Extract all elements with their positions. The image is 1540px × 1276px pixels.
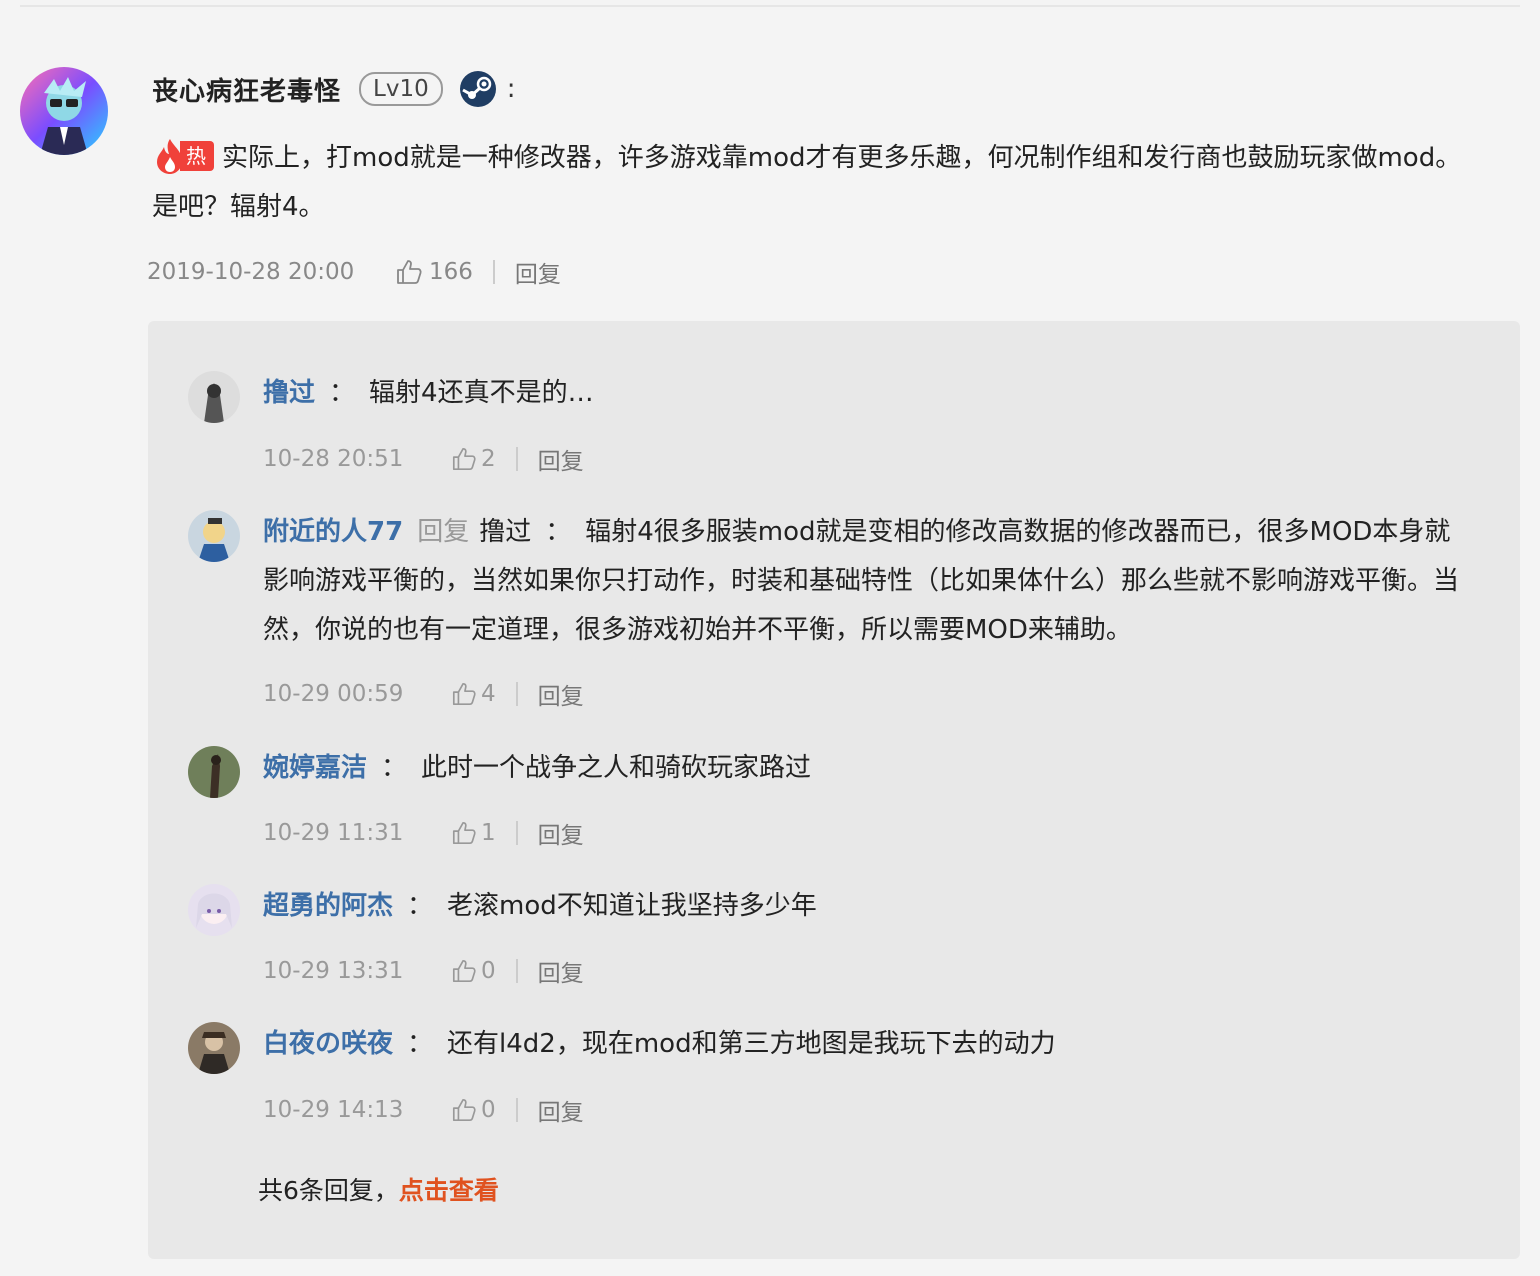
reply-author[interactable]: 超勇的阿杰 (263, 891, 393, 921)
reply-author[interactable]: 附近的人77 (263, 517, 403, 547)
reply-like-count: 1 (481, 820, 496, 846)
meta-divider (515, 959, 518, 983)
reply-list: 撸过：辐射4还真不是的… 10-28 20:51 2 回复 附近的人77 回复 撸过… (148, 321, 1520, 1259)
comment-header: 丧心病狂老毒怪 Lv10 : (152, 68, 515, 110)
reply-like-button[interactable]: 1 (451, 820, 496, 846)
meta-divider (515, 821, 518, 845)
reply-like-count: 0 (481, 1097, 496, 1123)
level-badge: Lv10 (359, 72, 443, 106)
reply-author[interactable]: 婉婷嘉洁 (263, 753, 367, 783)
reply-text-line: 白夜の咲夜：还有l4d2，现在mod和第三方地图是我玩下去的动力 (263, 1029, 1056, 1059)
reply-time: 10-29 00:59 (263, 681, 404, 707)
comment-time: 2019-10-28 20:00 (147, 259, 355, 285)
hot-label: 热 (180, 140, 214, 171)
reply-avatar[interactable] (188, 371, 240, 423)
reply-meta: 10-28 20:51 2 回复 (263, 441, 584, 477)
hot-badge: 热 (152, 137, 214, 175)
reply-time: 10-29 13:31 (263, 958, 404, 984)
header-colon: : (506, 74, 516, 104)
reply-text-line: 超勇的阿杰：老滚mod不知道让我坚持多少年 (263, 891, 817, 921)
thumbs-up-icon (452, 1098, 476, 1122)
like-count: 166 (429, 259, 473, 285)
reply-time: 10-29 14:13 (263, 1097, 404, 1123)
reply-meta: 10-29 00:59 4 回复 (263, 676, 584, 712)
comment-content: 热 实际上，打mod就是一种修改器，许多游戏靠mod才有更多乐趣，何况制作组和发… (152, 134, 1482, 232)
reply-meta: 10-29 14:13 0 回复 (263, 1092, 584, 1128)
like-button[interactable]: 166 (395, 258, 473, 286)
reply-reply-button[interactable]: 回复 (538, 442, 584, 476)
reply-author[interactable]: 撸过 (263, 378, 315, 408)
reply-avatar[interactable] (188, 1022, 240, 1074)
reply-meta: 10-29 11:31 1 回复 (263, 815, 584, 851)
reply-like-button[interactable]: 0 (451, 1097, 496, 1123)
reply-content: 辐射4还真不是的… (369, 378, 594, 408)
comment-text: 实际上，打mod就是一种修改器，许多游戏靠mod才有更多乐趣，何况制作组和发行商… (152, 143, 1462, 222)
reply-like-count: 0 (481, 958, 496, 984)
meta-divider (492, 260, 495, 284)
reply-reply-button[interactable]: 回复 (538, 1093, 584, 1127)
steam-icon (459, 70, 497, 108)
meta-divider (515, 1098, 518, 1122)
reply-button[interactable]: 回复 (515, 255, 561, 289)
reply-avatar[interactable] (188, 510, 240, 562)
reply-time: 10-29 11:31 (263, 820, 404, 846)
reply-like-button[interactable]: 4 (451, 681, 496, 707)
thumbs-up-icon (397, 260, 422, 284)
thumbs-up-icon (452, 821, 476, 845)
reply-to-label: 回复 (417, 517, 470, 547)
reply-content: 此时一个战争之人和骑砍玩家路过 (421, 753, 812, 783)
reply-author[interactable]: 白夜の咲夜 (263, 1029, 393, 1059)
meta-divider (515, 447, 518, 471)
reply-text-line: 撸过：辐射4还真不是的… (263, 378, 594, 408)
reply-count-text: 共6条回复， (258, 1176, 399, 1205)
reply-text-line: 婉婷嘉洁：此时一个战争之人和骑砍玩家路过 (263, 753, 812, 783)
reply-like-button[interactable]: 0 (451, 958, 496, 984)
thumbs-up-icon (452, 447, 476, 471)
reply-summary: 共6条回复，点击查看 (258, 1171, 499, 1207)
comment-meta: 2019-10-28 20:00 166 回复 (147, 252, 561, 292)
author-name[interactable]: 丧心病狂老毒怪 (152, 71, 341, 108)
meta-divider (515, 682, 518, 706)
reply-like-count: 4 (481, 681, 496, 707)
reply-reply-button[interactable]: 回复 (538, 954, 584, 988)
reply-target[interactable]: 撸过 (479, 517, 531, 547)
reply-text-line: 附近的人77 回复 撸过：辐射4很多服装mod就是变相的修改高数据的修改器而已，很多… (263, 517, 1460, 645)
top-divider (20, 5, 1520, 7)
thumbs-up-icon (452, 959, 476, 983)
reply-avatar[interactable] (188, 746, 240, 798)
reply-time: 10-28 20:51 (263, 446, 404, 472)
reply-like-button[interactable]: 2 (451, 446, 496, 472)
author-avatar[interactable] (20, 67, 108, 155)
reply-reply-button[interactable]: 回复 (538, 677, 584, 711)
reply-content: 老滚mod不知道让我坚持多少年 (447, 891, 817, 921)
view-all-replies-link[interactable]: 点击查看 (399, 1176, 499, 1205)
reply-reply-button[interactable]: 回复 (538, 816, 584, 850)
reply-like-count: 2 (481, 446, 496, 472)
reply-content: 还有l4d2，现在mod和第三方地图是我玩下去的动力 (447, 1029, 1056, 1059)
thumbs-up-icon (452, 682, 476, 706)
reply-meta: 10-29 13:31 0 回复 (263, 953, 584, 989)
reply-avatar[interactable] (188, 884, 240, 936)
